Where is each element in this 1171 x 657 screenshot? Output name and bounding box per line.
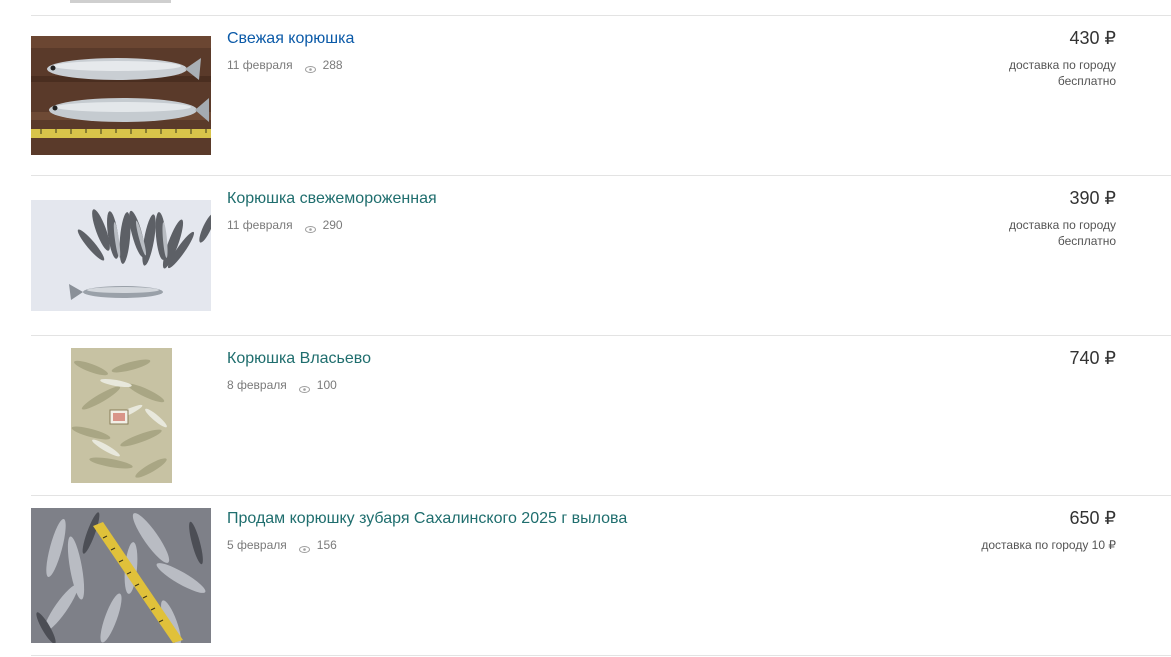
listing-price: 390 ₽	[1069, 188, 1117, 208]
listing-meta: 8 февраля 100	[227, 378, 337, 393]
delivery-line: доставка по городу	[1009, 58, 1116, 72]
listing-photo-wrap	[31, 36, 211, 155]
listing-photo-wrap	[31, 508, 211, 643]
view-count: 290	[322, 218, 343, 232]
listing-date: 11 февраля	[227, 218, 293, 232]
listing-title[interactable]: Корюшка свежемороженная	[227, 190, 437, 208]
listing-meta: 5 февраля 156	[227, 538, 337, 553]
view-count: 156	[316, 538, 337, 552]
listing-photo[interactable]	[70, 348, 172, 483]
listing-photo[interactable]	[31, 508, 211, 643]
listing-photo[interactable]	[31, 36, 211, 155]
listing-date: 5 февраля	[227, 538, 287, 552]
listing-photo-wrap	[31, 348, 211, 483]
listing-price: 430 ₽	[1069, 28, 1117, 48]
listing-photo[interactable]	[31, 200, 211, 311]
fish-pile-image	[70, 348, 172, 483]
listing-date: 11 февраля	[227, 58, 293, 72]
fish-on-snow-image	[31, 200, 211, 311]
delivery-line: бесплатно	[1057, 74, 1116, 88]
listing-price: 740 ₽	[1069, 348, 1117, 368]
listing-item: Продам корюшку зубаря Сахалинского 2025 …	[31, 496, 1171, 656]
listing-page: Свежая корюшка 11 февраля 288 430 ₽ дост…	[0, 0, 1171, 657]
listing-price: 650 ₽	[1069, 508, 1117, 528]
listing-title[interactable]: Продам корюшку зубаря Сахалинского 2025 …	[227, 510, 627, 528]
fish-with-tape-image	[31, 508, 211, 643]
delivery-info: доставка по городу бесплатно	[1009, 217, 1116, 249]
listing-item: Корюшка свежемороженная 11 февраля 290 3…	[31, 176, 1171, 336]
listing-date: 8 февраля	[227, 378, 287, 392]
listing-meta: 11 февраля 288	[227, 58, 343, 73]
delivery-info: доставка по городу 10 ₽	[981, 537, 1116, 553]
previous-listing-photo[interactable]	[70, 0, 171, 3]
listing-photo-wrap	[31, 200, 211, 311]
fish-on-board-image	[31, 36, 211, 155]
view-count: 288	[322, 58, 343, 72]
listing-item: Свежая корюшка 11 февраля 288 430 ₽ дост…	[31, 16, 1171, 176]
listing-title[interactable]: Корюшка Власьево	[227, 350, 371, 368]
delivery-line: бесплатно	[1057, 234, 1116, 248]
eye-icon	[304, 62, 316, 73]
delivery-line: доставка по городу 10 ₽	[981, 538, 1116, 552]
delivery-info: доставка по городу бесплатно	[1009, 57, 1116, 89]
eye-icon	[304, 222, 316, 233]
listing-meta: 11 февраля 290	[227, 218, 343, 233]
eye-icon	[298, 382, 310, 393]
eye-icon	[298, 542, 310, 553]
view-count: 100	[316, 378, 337, 392]
delivery-line: доставка по городу	[1009, 218, 1116, 232]
divider	[31, 655, 1171, 656]
listing-item: Корюшка Власьево 8 февраля 100 740 ₽	[31, 336, 1171, 496]
listing-title[interactable]: Свежая корюшка	[227, 30, 354, 48]
